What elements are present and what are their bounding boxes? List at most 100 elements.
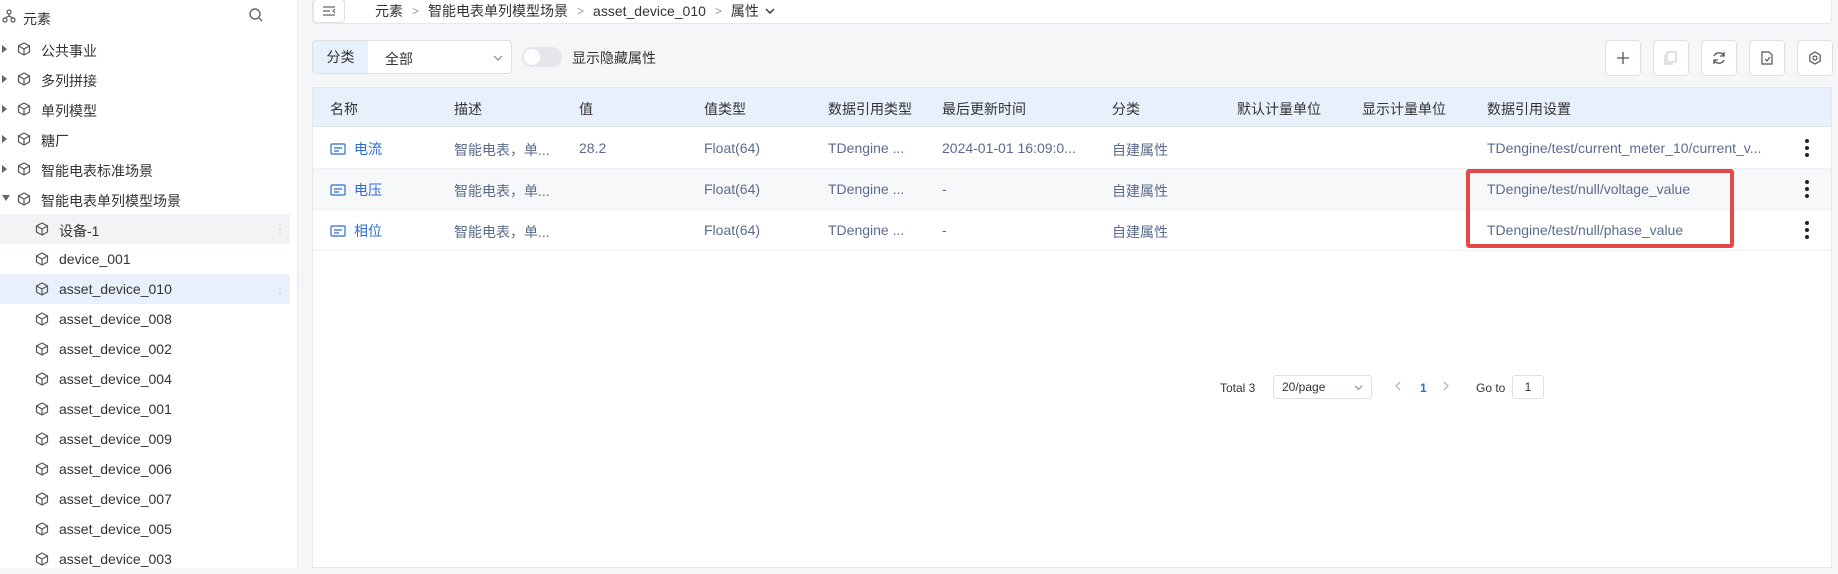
breadcrumb-item[interactable]: 元素 [375,1,403,21]
refresh-button[interactable] [1701,40,1737,76]
caret-right-icon[interactable] [1,104,9,114]
attribute-name-link[interactable]: 电压 [330,180,382,200]
tree-item-meter-standard[interactable]: 智能电表标准场景 [0,154,290,184]
tree-item-meter-single-model[interactable]: 智能电表单列模型场景 [0,184,290,214]
show-hidden-toggle[interactable] [522,47,562,67]
table-header: 名称 描述 值 值类型 数据引用类型 最后更新时间 分类 默认计量单位 显示计量… [313,88,1831,127]
cube-icon [35,432,49,446]
tree-root-icon [2,9,16,23]
caret-right-icon[interactable] [1,74,9,84]
caret-right-icon[interactable] [1,44,9,54]
pagination-total: Total 3 [1220,381,1256,395]
more-vertical-icon[interactable] [1801,138,1813,158]
settings-icon [1808,51,1822,65]
tree-item-sugar-factory[interactable]: 糖厂 [0,124,290,154]
collapse-sidebar-button[interactable] [313,0,345,23]
collapse-menu-icon [322,5,336,17]
more-vertical-icon[interactable]: ⋮ [274,222,286,236]
cube-icon [17,132,31,146]
cube-icon [17,102,31,116]
tree-item-label: asset_device_002 [59,341,172,357]
tree-item-label: asset_device_007 [59,491,172,507]
table-row[interactable]: 电压 智能电表，单... Float(64) TDengine ... - 自建… [313,169,1831,210]
cell-ref-setting: TDengine/test/null/voltage_value [1487,181,1691,197]
attribute-name-link[interactable]: 相位 [330,221,382,241]
tree-item-public-utility[interactable]: 公共事业 [0,34,290,64]
tree-item-asset-device-003[interactable]: asset_device_003 [0,544,290,574]
tree-item-asset-device-006[interactable]: asset_device_006 [0,454,290,484]
breadcrumb-separator: > [412,4,420,18]
cube-icon [35,282,49,296]
caret-right-icon[interactable] [1,134,9,144]
tree-item-asset-device-008[interactable]: asset_device_008 [0,304,290,334]
tree-item-asset-device-001[interactable]: asset_device_001 [0,394,290,424]
column-header: 分类 [1112,101,1140,117]
cube-icon [35,552,49,566]
copy-icon [1664,51,1678,65]
attributes-table: 名称 描述 值 值类型 数据引用类型 最后更新时间 分类 默认计量单位 显示计量… [312,87,1832,568]
table-row[interactable]: 相位 智能电表，单... Float(64) TDengine ... - 自建… [313,210,1831,251]
copy-button[interactable] [1653,40,1689,76]
breadcrumb-item[interactable]: asset_device_010 [593,3,706,19]
attribute-name: 相位 [354,223,382,239]
tree-item-device-001[interactable]: device_001 [0,244,290,274]
cube-icon [35,492,49,506]
tree-item-asset-device-010[interactable]: asset_device_010 ⋮ [0,274,290,304]
caret-down-icon[interactable] [1,194,10,204]
export-button[interactable] [1749,40,1785,76]
tree-item-asset-device-004[interactable]: asset_device_004 [0,364,290,394]
asset-tree: 公共事业 多列拼接 单列模型 糖厂 智能电表标准场景 智能电表单列模型场景 设备… [0,34,290,574]
tree-item-label: 公共事业 [41,43,97,59]
caret-right-icon[interactable] [1,164,9,174]
tree-item-multi-column[interactable]: 多列拼接 [0,64,290,94]
page-number-current[interactable]: 1 [1420,381,1427,395]
table-row[interactable]: 电流 智能电表，单... 28.2 Float(64) TDengine ...… [313,128,1831,169]
cube-icon [35,522,49,536]
attribute-name: 电压 [354,182,382,198]
attribute-name-link[interactable]: 电流 [330,139,382,159]
cell-ref-setting: TDengine/test/null/phase_value [1487,222,1684,238]
column-header: 描述 [454,101,482,117]
search-icon[interactable] [248,7,264,23]
cube-icon [17,192,31,206]
tree-item-single-column[interactable]: 单列模型 [0,94,290,124]
cell-description: 智能电表，单... [454,224,550,240]
prev-page-icon[interactable] [1392,380,1404,392]
settings-button[interactable] [1797,40,1833,76]
breadcrumb-separator: > [714,4,722,18]
tree-item-asset-device-002[interactable]: asset_device_002 [0,334,290,364]
cell-value: 28.2 [579,140,607,156]
cell-value-type: Float(64) [704,222,761,238]
cube-icon [35,462,49,476]
tree-item-device-1[interactable]: 设备-1 ⋮ [0,214,290,244]
cube-icon [35,222,49,236]
breadcrumb-item[interactable]: 智能电表单列模型场景 [428,1,568,21]
next-page-icon[interactable] [1440,380,1452,392]
tree-item-asset-device-007[interactable]: asset_device_007 [0,484,290,514]
more-vertical-icon[interactable] [1801,179,1813,199]
tree-item-label: asset_device_001 [59,401,172,417]
tree-item-label: asset_device_009 [59,431,172,447]
breadcrumb-current[interactable]: 属性 [731,1,759,21]
cell-updated: - [942,181,947,197]
tree-item-asset-device-005[interactable]: asset_device_005 [0,514,290,544]
top-bar: 元素 > 智能电表单列模型场景 > asset_device_010 > 属性 [312,0,1832,24]
tree-item-label: 糖厂 [41,133,69,149]
category-filter[interactable]: 分类 全部 [312,40,512,74]
cell-category: 自建属性 [1112,183,1168,199]
add-button[interactable] [1605,40,1641,76]
cube-icon [35,252,49,266]
breadcrumb: 元素 > 智能电表单列模型场景 > asset_device_010 > 属性 [375,1,775,21]
more-vertical-icon[interactable]: ⋮ [274,282,286,296]
goto-page-input[interactable]: 1 [1512,375,1544,399]
tree-item-asset-device-009[interactable]: asset_device_009 [0,424,290,454]
chevron-down-icon[interactable] [765,6,775,16]
more-vertical-icon[interactable] [1801,220,1813,240]
sidebar: 元素 公共事业 多列拼接 单列模型 糖厂 智能电表标准场景 智能电表单列模型场景… [0,0,298,568]
page-size-value: 20/page [1282,380,1326,394]
column-header: 值类型 [704,101,746,117]
tree-item-label: asset_device_005 [59,521,172,537]
goto-label: Go to [1476,381,1506,395]
page-size-select[interactable]: 20/page [1273,375,1372,399]
column-header: 最后更新时间 [942,101,1026,117]
